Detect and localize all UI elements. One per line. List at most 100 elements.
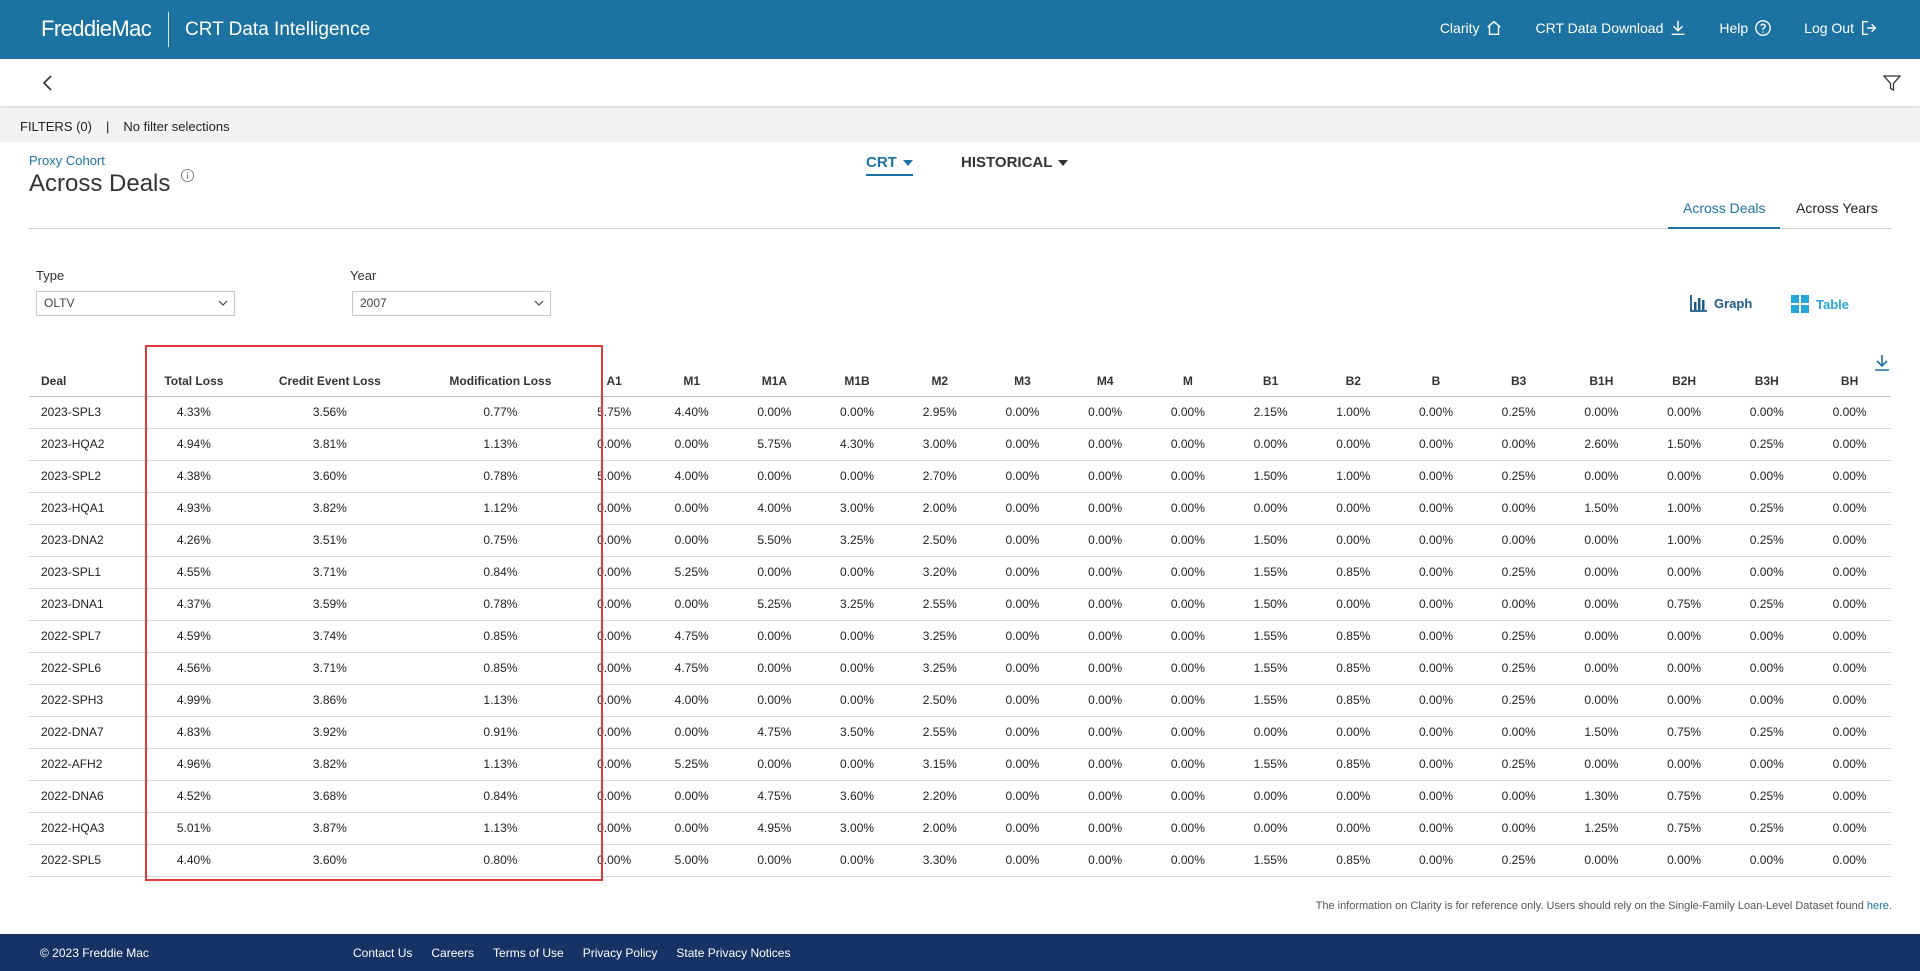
table-cell: 0.00% <box>1311 524 1395 557</box>
info-icon[interactable] <box>180 168 195 183</box>
footer-link-careers[interactable]: Careers <box>431 946 474 960</box>
table-row: 2022-HQA3 5.01% 3.87% 1.13% 0.00% 0.00% 4.95% 3… <box>29 812 1891 845</box>
column-header[interactable]: Total Loss <box>150 366 237 397</box>
column-header[interactable]: M1B <box>815 366 899 397</box>
table-cell: 0.00% <box>1146 652 1230 685</box>
table-cell: 0.00% <box>577 428 651 461</box>
column-header[interactable]: B1 <box>1229 366 1312 397</box>
table-cell: 1.13% <box>422 812 578 845</box>
column-header[interactable]: B3H <box>1725 366 1809 397</box>
column-header[interactable]: M1A <box>733 366 816 397</box>
graph-view-button[interactable]: Graph <box>1689 294 1752 313</box>
back-arrow-icon[interactable] <box>38 73 58 93</box>
table-cell: 0.00% <box>1394 780 1478 813</box>
tab-across-deals[interactable]: Across Deals <box>1668 200 1781 229</box>
type-select[interactable]: OLTV <box>36 291 235 316</box>
filter-icon[interactable] <box>1882 73 1902 93</box>
historical-dropdown[interactable]: HISTORICAL <box>961 154 1069 171</box>
table-cell: 0.00% <box>1560 588 1643 621</box>
table-cell: 0.00% <box>577 684 651 717</box>
table-cell: 0.00% <box>1477 524 1561 557</box>
column-header[interactable]: M3 <box>981 366 1064 397</box>
table-cell: 0.25% <box>1725 492 1809 525</box>
column-header[interactable]: Deal <box>29 366 151 397</box>
column-header[interactable]: B3 <box>1477 366 1561 397</box>
column-header[interactable]: M <box>1146 366 1230 397</box>
column-header[interactable]: B <box>1394 366 1478 397</box>
table-cell: 0.00% <box>1311 492 1395 525</box>
logout-icon <box>1861 20 1877 36</box>
table-row: 2023-SPL1 4.55% 3.71% 0.84% 0.00% 5.25% 0.00% 0… <box>29 556 1891 589</box>
table-cell: 0.00% <box>1146 620 1230 653</box>
table-cell: 0.00% <box>1808 460 1891 493</box>
table-row: 2022-DNA7 4.83% 3.92% 0.91% 0.00% 0.00% 4.75% 3… <box>29 716 1891 749</box>
column-header[interactable]: M2 <box>898 366 982 397</box>
freddie-mac-logo[interactable]: FreddieMac <box>41 16 152 42</box>
column-header[interactable]: B2 <box>1311 366 1395 397</box>
year-select-value: 2007 <box>360 296 387 310</box>
deal-name-cell: 2023-HQA1 <box>29 492 151 525</box>
table-cell: 4.52% <box>150 780 237 813</box>
table-cell: 1.50% <box>1642 428 1726 461</box>
nav-help[interactable]: Help <box>1719 19 1772 37</box>
table-cell: 0.00% <box>1725 748 1809 781</box>
table-cell: 0.25% <box>1725 428 1809 461</box>
table-cell: 0.00% <box>577 748 651 781</box>
table-cell: 0.00% <box>1560 524 1643 557</box>
table-cell: 0.00% <box>1560 684 1643 717</box>
column-header[interactable]: B2H <box>1642 366 1726 397</box>
table-cell: 0.00% <box>1146 428 1230 461</box>
table-cell: 0.00% <box>1394 524 1478 557</box>
footer: © 2023 Freddie Mac Contact Us Careers Te… <box>0 934 1920 971</box>
nav-crt-data-download[interactable]: CRT Data Download <box>1535 19 1687 37</box>
nav-log-out[interactable]: Log Out <box>1804 19 1878 37</box>
table-cell: 5.25% <box>733 588 816 621</box>
table-cell: 1.55% <box>1229 844 1312 877</box>
column-header[interactable]: Modification Loss <box>422 366 578 397</box>
table-cell: 4.40% <box>650 396 734 429</box>
table-cell: 0.00% <box>577 556 651 589</box>
table-cell: 2.00% <box>898 812 982 845</box>
caret-down-icon <box>1058 159 1069 166</box>
column-header[interactable]: BH <box>1808 366 1891 397</box>
column-header[interactable]: A1 <box>577 366 651 397</box>
column-header[interactable]: Credit Event Loss <box>236 366 423 397</box>
column-header[interactable]: M4 <box>1063 366 1147 397</box>
column-header[interactable]: B1H <box>1560 366 1643 397</box>
crt-dropdown[interactable]: CRT <box>866 154 913 176</box>
table-cell: 0.00% <box>1725 460 1809 493</box>
table-cell: 0.00% <box>1063 620 1147 653</box>
nav-clarity[interactable]: Clarity <box>1440 19 1504 37</box>
table-cell: 3.00% <box>815 812 899 845</box>
column-header[interactable]: M1 <box>650 366 734 397</box>
table-cell: 0.00% <box>1146 716 1230 749</box>
footer-link-terms[interactable]: Terms of Use <box>493 946 564 960</box>
table-cell: 0.85% <box>1311 748 1395 781</box>
table-cell: 4.30% <box>815 428 899 461</box>
table-cell: 0.00% <box>1808 780 1891 813</box>
footer-link-privacy[interactable]: Privacy Policy <box>583 946 658 960</box>
table-cell: 3.25% <box>898 620 982 653</box>
proxy-cohort-link[interactable]: Proxy Cohort <box>29 153 105 168</box>
year-select[interactable]: 2007 <box>352 291 551 316</box>
table-cell: 0.00% <box>815 620 899 653</box>
footer-link-contact[interactable]: Contact Us <box>353 946 412 960</box>
footer-links: Contact Us Careers Terms of Use Privacy … <box>353 946 790 960</box>
table-row: 2023-DNA2 4.26% 3.51% 0.75% 0.00% 0.00% 5.50% 3… <box>29 524 1891 557</box>
table-cell: 1.50% <box>1560 716 1643 749</box>
deal-name-cell: 2023-DNA2 <box>29 524 151 557</box>
table-cell: 0.00% <box>650 492 734 525</box>
tab-across-years[interactable]: Across Years <box>1781 200 1893 229</box>
table-cell: 4.75% <box>650 620 734 653</box>
table-row: 2022-SPH3 4.99% 3.86% 1.13% 0.00% 4.00% 0.00% 0… <box>29 684 1891 717</box>
table-cell: 1.50% <box>1560 492 1643 525</box>
table-row: 2023-DNA1 4.37% 3.59% 0.78% 0.00% 0.00% 5.25% 3… <box>29 588 1891 621</box>
table-cell: 3.50% <box>815 716 899 749</box>
table-cell: 0.00% <box>1725 844 1809 877</box>
table-cell: 4.26% <box>150 524 237 557</box>
table-view-button[interactable]: Table <box>1790 294 1849 314</box>
footer-link-state-privacy[interactable]: State Privacy Notices <box>676 946 790 960</box>
table-cell: 3.68% <box>236 780 423 813</box>
filters-count[interactable]: FILTERS (0) <box>20 119 92 134</box>
disclaimer-link[interactable]: here <box>1867 900 1889 912</box>
